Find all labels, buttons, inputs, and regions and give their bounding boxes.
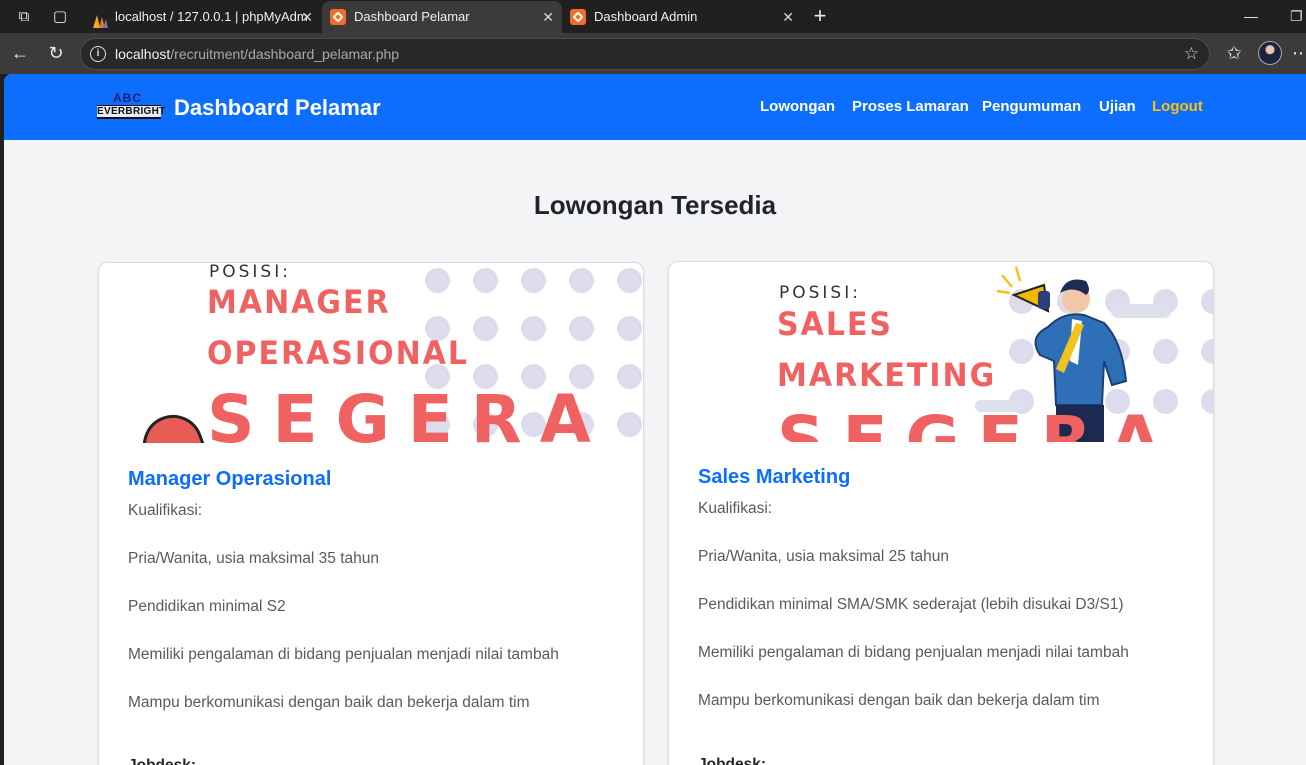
jobdesk-label: Jobdesk: <box>128 757 196 765</box>
job-banner-image: POSISI: MANAGER OPERASIONAL SEGERA <box>99 263 643 443</box>
jobdesk-label: Jobdesk: <box>698 756 767 765</box>
favorites-icon[interactable]: ✩ <box>1222 41 1246 65</box>
reload-icon[interactable]: ↻ <box>44 41 68 65</box>
tab-phpmyadmin[interactable]: localhost / 127.0.0.1 | phpMyAdm ✕ <box>83 1 321 33</box>
job-card-manager-operasional: POSISI: MANAGER OPERASIONAL SEGERA Manag… <box>98 262 644 765</box>
profile-avatar[interactable] <box>1258 41 1282 65</box>
job-card-sales-marketing: POSISI: SALES MARKETING SEGERA Sales Mar… <box>668 261 1214 765</box>
back-arrow-icon[interactable]: ← <box>8 41 32 65</box>
nav-ujian[interactable]: Ujian <box>1099 98 1136 115</box>
tab-title: Dashboard Pelamar <box>354 9 470 24</box>
qualification-label: Kualifikasi: <box>698 500 773 517</box>
tab-title: localhost / 127.0.0.1 | phpMyAdm <box>115 9 308 24</box>
nav-logout[interactable]: Logout <box>1152 98 1203 115</box>
page-title: Dashboard Pelamar <box>174 95 381 120</box>
nav-proses-lamaran[interactable]: Proses Lamaran <box>852 98 969 115</box>
nav-pengumuman[interactable]: Pengumuman <box>982 98 1081 115</box>
minimize-icon[interactable]: — <box>1244 8 1258 24</box>
close-icon[interactable]: ✕ <box>782 1 794 33</box>
qualification-item: Pria/Wanita, usia maksimal 25 tahun <box>698 548 949 565</box>
section-heading: Lowongan Tersedia <box>533 190 777 220</box>
address-bar[interactable]: i localhost/recruitment/dashboard_pelama… <box>80 38 1210 70</box>
page-viewport: ABC EVERBRIGHT Dashboard Pelamar Lowonga… <box>4 74 1306 765</box>
close-icon[interactable]: ✕ <box>301 1 313 33</box>
tab-dashboard-pelamar[interactable]: Dashboard Pelamar ✕ <box>322 1 562 33</box>
xampp-icon <box>330 9 346 25</box>
site-info-icon[interactable]: i <box>90 46 106 62</box>
banner-title-line1: MANAGER <box>207 284 391 322</box>
qualification-item: Memiliki pengalaman di bidang penjualan … <box>128 646 559 663</box>
new-tab-icon[interactable]: + <box>808 4 832 28</box>
nav-lowongan[interactable]: Lowongan <box>760 98 835 115</box>
tab-actions-icon[interactable]: ▢ <box>49 6 71 28</box>
xampp-icon <box>570 9 586 25</box>
qualification-item: Pria/Wanita, usia maksimal 35 tahun <box>128 550 379 567</box>
banner-title-line1: SALES <box>777 306 894 344</box>
maximize-icon[interactable]: ❐ <box>1290 8 1303 25</box>
company-logo[interactable]: ABC EVERBRIGHT <box>97 91 166 123</box>
qualification-item: Mampu berkomunikasi dengan baik dan beke… <box>128 694 530 711</box>
qualification-label: Kualifikasi: <box>128 502 203 519</box>
banner-title-line2: OPERASIONAL <box>207 335 470 373</box>
qualification-item: Mampu berkomunikasi dengan baik dan beke… <box>698 692 1100 709</box>
qualification-item: Memiliki pengalaman di bidang penjualan … <box>698 644 1129 661</box>
banner-label: POSISI: <box>779 283 861 303</box>
banner-label: POSISI: <box>209 263 291 282</box>
more-options-icon[interactable]: ⋯ <box>1292 41 1306 65</box>
phpmyadmin-icon <box>91 9 109 28</box>
banner-segera: SEGERA <box>777 402 1179 442</box>
logo-everbright: EVERBRIGHT <box>97 105 166 119</box>
megaphone-icon <box>134 406 212 443</box>
tab-dashboard-admin[interactable]: Dashboard Admin ✕ <box>562 1 802 33</box>
logo-abc: ABC <box>113 91 142 105</box>
tab-title: Dashboard Admin <box>594 9 698 24</box>
site-header: ABC EVERBRIGHT Dashboard Pelamar Lowonga… <box>4 74 1306 140</box>
browser-toolbar: ← ↻ i localhost/recruitment/dashboard_pe… <box>0 33 1306 74</box>
banner-title-line2: MARKETING <box>777 357 997 395</box>
close-icon[interactable]: ✕ <box>542 1 554 33</box>
workspaces-icon[interactable]: ⧉ <box>13 6 35 28</box>
banner-segera: SEGERA <box>207 381 609 443</box>
favorite-star-icon[interactable]: ☆ <box>1184 44 1199 64</box>
qualification-item: Pendidikan minimal S2 <box>128 598 286 615</box>
job-title[interactable]: Sales Marketing <box>698 466 850 489</box>
browser-tab-bar: ⧉ ▢ localhost / 127.0.0.1 | phpMyAdm ✕ D… <box>0 0 1306 33</box>
qualification-item: Pendidikan minimal SMA/SMK sederajat (le… <box>698 596 1124 613</box>
job-banner-image: POSISI: SALES MARKETING SEGERA <box>669 262 1213 442</box>
job-title[interactable]: Manager Operasional <box>128 468 331 491</box>
url-text[interactable]: localhost/recruitment/dashboard_pelamar.… <box>115 46 399 62</box>
